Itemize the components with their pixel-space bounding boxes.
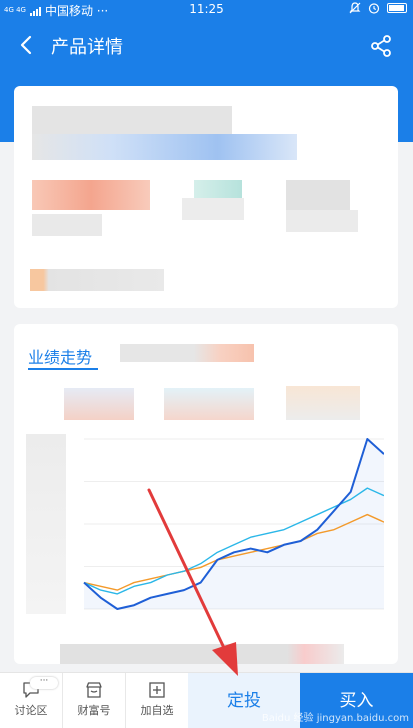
alarm-icon <box>368 3 380 14</box>
performance-card: 业绩走势 <box>14 324 398 664</box>
product-summary-card <box>14 86 398 308</box>
share-icon[interactable] <box>369 34 393 58</box>
store-icon <box>86 682 102 698</box>
add-square-icon <box>149 682 165 698</box>
app-header: 产品详情 <box>0 20 413 72</box>
more-badge: ··· <box>30 677 58 689</box>
redacted-nav-label <box>182 198 244 220</box>
redacted-fund-tags <box>32 134 297 160</box>
redacted-date-axis <box>60 644 344 664</box>
mute-bell-icon <box>349 2 361 14</box>
tab-active-underline <box>28 368 98 370</box>
back-arrow-icon[interactable] <box>16 34 38 56</box>
redacted-legend-benchmark <box>286 386 360 420</box>
performance-line-chart <box>83 438 384 610</box>
caifu-label: 财富号 <box>77 704 111 717</box>
discuss-button[interactable]: 讨论区 ··· <box>0 673 62 728</box>
tab-performance-trend[interactable]: 业绩走势 <box>28 344 92 368</box>
redacted-stat-label <box>286 210 358 232</box>
add-watchlist-button[interactable]: 加自选 <box>126 673 188 728</box>
discuss-label: 讨论区 <box>14 704 48 717</box>
redacted-info-row <box>30 269 164 291</box>
caifu-button[interactable]: 财富号 <box>63 673 125 728</box>
redacted-period-tabs <box>120 344 254 362</box>
page-title: 产品详情 <box>51 37 123 58</box>
status-bar: 4G 4G 中国移动 ··· 11:25 <box>0 0 413 20</box>
redacted-legend-index <box>164 388 254 420</box>
redacted-stat-value <box>286 180 350 210</box>
add-watchlist-label: 加自选 <box>140 704 174 717</box>
bottom-action-bar: 讨论区 ··· 财富号 加自选 定投 买入 Baidu 经验 jingyan.b… <box>0 672 413 728</box>
redacted-legend-fund <box>64 388 134 420</box>
redacted-return-label <box>32 214 102 236</box>
battery-icon <box>387 3 407 13</box>
redacted-return-value <box>32 180 150 210</box>
watermark: Baidu 经验 jingyan.baidu.com <box>261 713 409 724</box>
redacted-fund-name <box>32 106 232 134</box>
